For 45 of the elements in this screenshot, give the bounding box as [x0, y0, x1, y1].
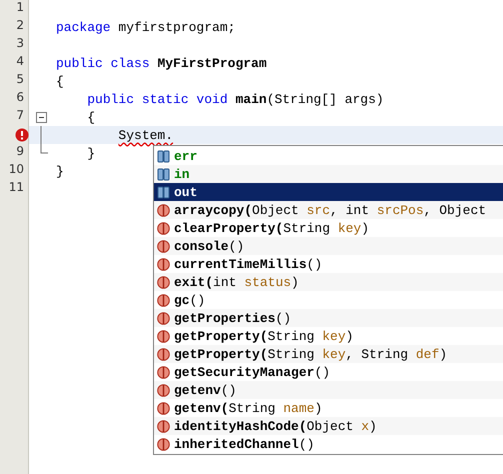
- completion-item[interactable]: getenv(): [154, 381, 503, 399]
- line-number: 3: [16, 36, 24, 50]
- method-icon: [157, 294, 170, 306]
- completion-item[interactable]: getProperties(): [154, 309, 503, 327]
- code-line: System.: [117, 128, 174, 142]
- code-line: }: [56, 164, 64, 178]
- code-line: }: [86, 146, 96, 160]
- code-line: package myfirstprogram;: [56, 20, 236, 34]
- completion-item[interactable]: out: [154, 183, 503, 201]
- line-number: 9: [16, 144, 24, 158]
- code-line: {: [56, 74, 64, 88]
- method-icon: [157, 402, 170, 414]
- line-number: 4: [16, 54, 24, 68]
- method-icon: [157, 384, 170, 396]
- line-number: 5: [16, 72, 24, 86]
- line-number: 10: [8, 162, 24, 176]
- completion-item[interactable]: getProperty(String key, String def): [154, 345, 503, 363]
- fold-collapse-icon[interactable]: [36, 112, 47, 123]
- line-number: 1: [16, 0, 24, 14]
- method-icon: [157, 438, 170, 450]
- field-icon: [157, 186, 170, 198]
- code-line: public static void main(String[] args): [86, 92, 384, 106]
- code-line: {: [86, 110, 96, 124]
- method-icon: [157, 330, 170, 342]
- completion-item[interactable]: arraycopy(Object src, int srcPos, Object: [154, 201, 503, 219]
- completion-item[interactable]: exit(int status): [154, 273, 503, 291]
- completion-item[interactable]: in: [154, 165, 503, 183]
- line-number: 11: [8, 180, 24, 194]
- method-icon: [157, 222, 170, 234]
- method-icon: [157, 258, 170, 270]
- line-number: 7: [16, 108, 24, 122]
- field-icon: [157, 168, 170, 180]
- method-icon: [157, 312, 170, 324]
- method-icon: [157, 276, 170, 288]
- code-line: public class MyFirstProgram: [56, 56, 267, 70]
- line-number: 2: [16, 18, 24, 32]
- completion-item[interactable]: console(): [154, 237, 503, 255]
- method-icon: [157, 240, 170, 252]
- method-icon: [157, 420, 170, 432]
- field-icon: [157, 150, 170, 162]
- method-icon: [157, 348, 170, 360]
- method-icon: [157, 204, 170, 216]
- completion-item[interactable]: identityHashCode(Object x): [154, 417, 503, 435]
- method-icon: [157, 366, 170, 378]
- line-number: 6: [16, 90, 24, 104]
